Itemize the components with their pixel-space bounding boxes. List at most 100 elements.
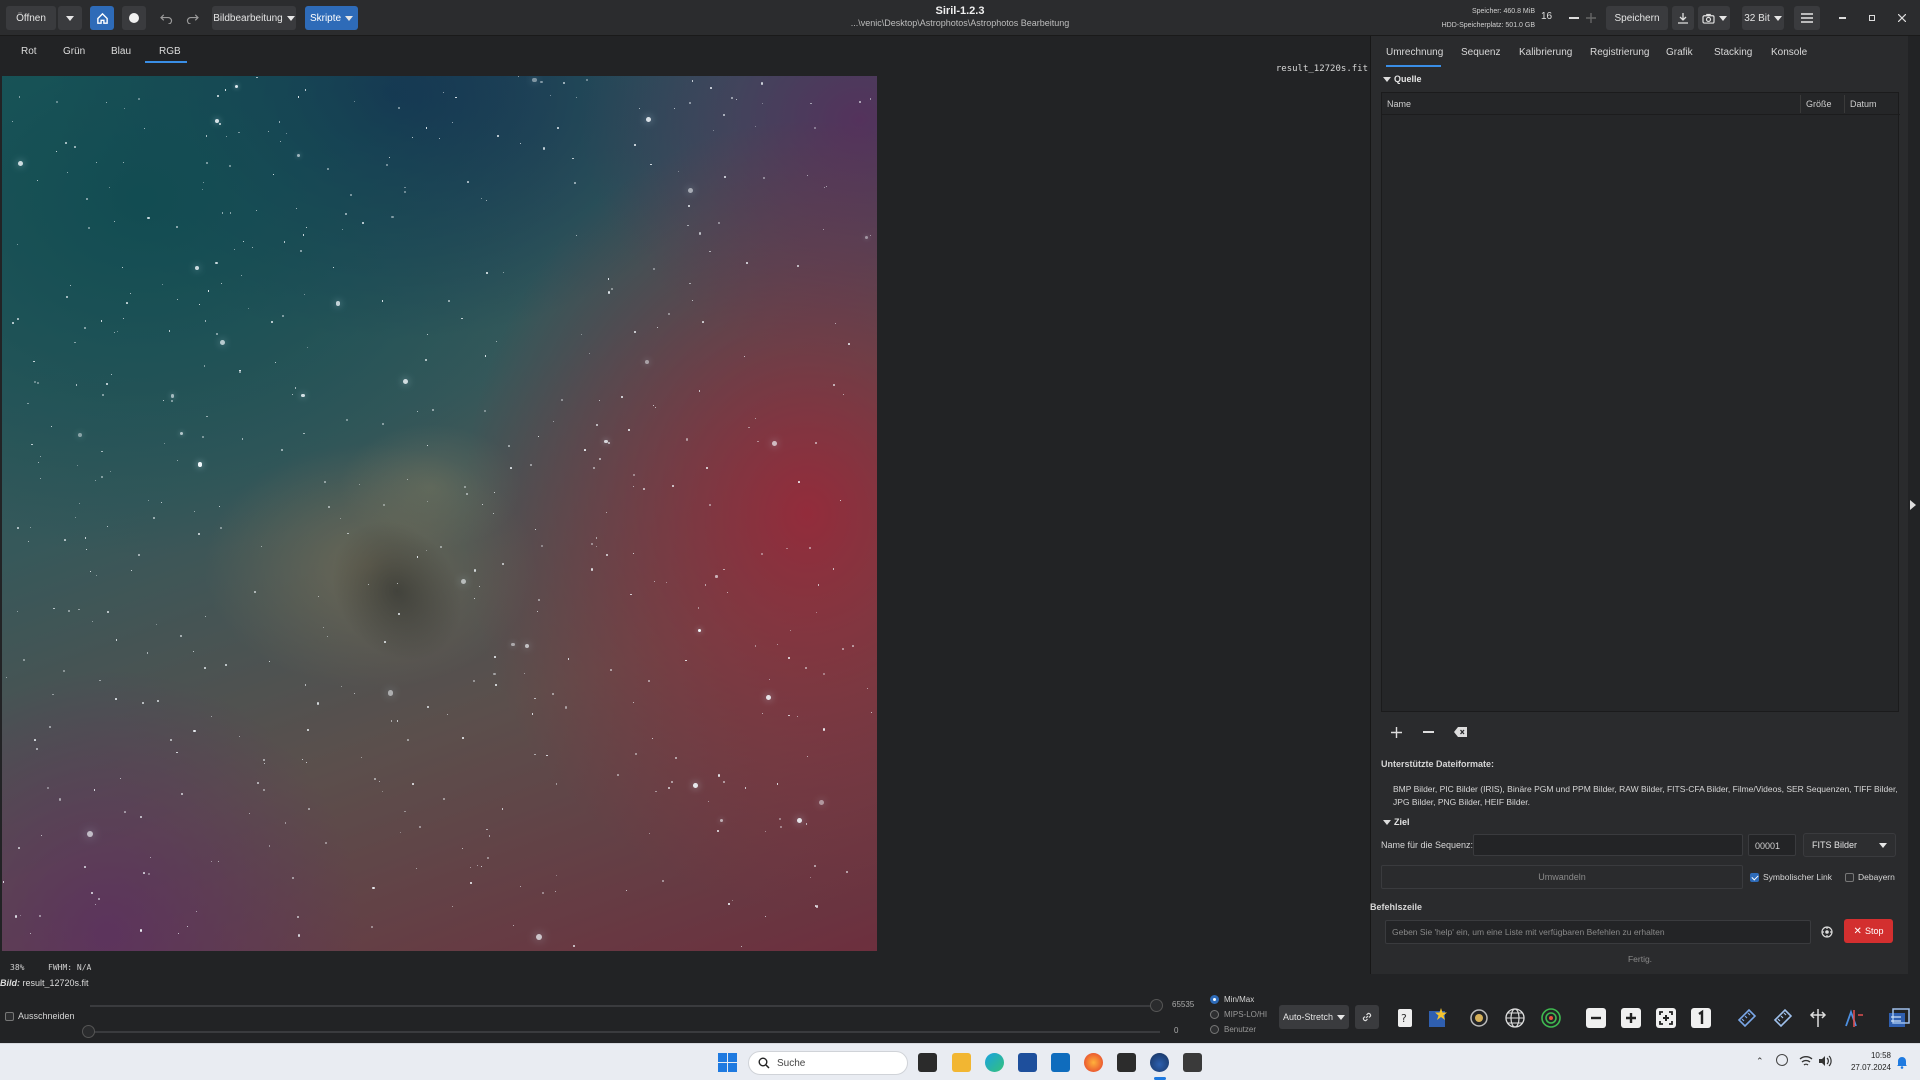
- star: [464, 485, 467, 488]
- tab-stacking[interactable]: Stacking: [1714, 47, 1752, 58]
- outlook-icon[interactable]: [1051, 1053, 1070, 1072]
- low-slider-handle[interactable]: [82, 1025, 95, 1038]
- notification-bell-icon[interactable]: [1896, 1055, 1908, 1069]
- column-size[interactable]: Größe: [1806, 99, 1832, 109]
- taskbar-clock[interactable]: 10:58 27.07.2024: [1837, 1050, 1891, 1074]
- overlay-button[interactable]: [1887, 1006, 1911, 1030]
- zoom-fit-button[interactable]: [1654, 1006, 1678, 1030]
- chevron-up-icon[interactable]: ⌃: [1756, 1056, 1764, 1067]
- high-slider-track[interactable]: [90, 1005, 1160, 1007]
- star: [755, 645, 757, 647]
- recent-files-dropdown[interactable]: [58, 6, 82, 30]
- output-format-dropdown[interactable]: FITS Bilder: [1803, 833, 1896, 857]
- low-slider-track[interactable]: [90, 1031, 1160, 1033]
- image-processing-menu[interactable]: Bildbearbeitung: [212, 6, 296, 30]
- wifi-icon[interactable]: [1799, 1055, 1813, 1067]
- command-input[interactable]: Geben Sie 'help' ein, um eine Liste mit …: [1385, 920, 1811, 944]
- annotate-button[interactable]: [1503, 1006, 1527, 1030]
- file-explorer-icon[interactable]: [952, 1053, 971, 1072]
- mirror-button[interactable]: [1806, 1006, 1830, 1030]
- task-view-icon[interactable]: [918, 1053, 937, 1072]
- link-channels-button[interactable]: [1355, 1005, 1379, 1029]
- volume-icon[interactable]: [1818, 1055, 1832, 1067]
- tab-blue[interactable]: Blau: [111, 46, 131, 57]
- tab-sequence[interactable]: Sequenz: [1461, 47, 1500, 58]
- zoom-one-button[interactable]: [1689, 1006, 1713, 1030]
- tab-red[interactable]: Rot: [21, 46, 37, 57]
- color-saturation-button[interactable]: [1426, 1006, 1450, 1030]
- snapshot-button[interactable]: [1698, 6, 1730, 30]
- tab-plot[interactable]: Grafik: [1666, 47, 1693, 58]
- scripts-menu[interactable]: Skripte: [305, 6, 358, 30]
- sequence-name-input[interactable]: [1473, 834, 1743, 856]
- zoom-out-button[interactable]: [1584, 1006, 1608, 1030]
- store-icon[interactable]: [1018, 1053, 1037, 1072]
- start-button[interactable]: [718, 1053, 737, 1072]
- convert-button[interactable]: Umwandeln: [1381, 865, 1743, 889]
- star: [743, 355, 746, 358]
- target-section-header[interactable]: Ziel: [1383, 817, 1410, 827]
- stretch-dropdown[interactable]: Auto-Stretch: [1279, 1005, 1349, 1029]
- photometry-button[interactable]: [1539, 1006, 1563, 1030]
- source-section-header[interactable]: Quelle: [1383, 74, 1422, 84]
- threads-increase-button[interactable]: [1580, 6, 1602, 30]
- close-button[interactable]: [1890, 6, 1914, 30]
- network-status-icon[interactable]: [1776, 1054, 1788, 1066]
- tab-rgb[interactable]: RGB: [159, 46, 181, 57]
- source-file-list[interactable]: Name Größe Datum: [1381, 92, 1900, 712]
- remove-files-button[interactable]: [1417, 720, 1439, 744]
- rotate-right-button[interactable]: [1771, 1006, 1795, 1030]
- rotate-left-button[interactable]: [1735, 1006, 1759, 1030]
- siril-icon[interactable]: [1150, 1053, 1169, 1072]
- radio-minmax[interactable]: [1210, 995, 1219, 1004]
- edge-icon[interactable]: [985, 1053, 1004, 1072]
- stop-button[interactable]: ✕ Stop: [1844, 919, 1893, 943]
- livestack-button[interactable]: [122, 6, 146, 30]
- tab-conversion[interactable]: Umrechnung: [1386, 47, 1443, 58]
- main-menu-button[interactable]: [1794, 6, 1820, 30]
- zoom-in-button[interactable]: [1619, 1006, 1643, 1030]
- tab-registration[interactable]: Registrierung: [1590, 47, 1649, 58]
- symlink-checkbox[interactable]: [1750, 873, 1759, 882]
- column-date[interactable]: Datum: [1850, 99, 1877, 109]
- negative-view-button[interactable]: ?: [1393, 1006, 1417, 1030]
- crop-checkbox[interactable]: [5, 1012, 14, 1021]
- save-button[interactable]: Speichern: [1606, 6, 1668, 30]
- minimize-button[interactable]: [1830, 6, 1854, 30]
- star: [670, 780, 673, 783]
- column-name[interactable]: Name: [1387, 99, 1411, 109]
- tab-green[interactable]: Grün: [63, 46, 85, 57]
- rgb-align-button[interactable]: [1842, 1006, 1866, 1030]
- star: [495, 684, 498, 687]
- image-viewer[interactable]: [2, 76, 877, 951]
- radio-mips[interactable]: [1210, 1010, 1219, 1019]
- star: [823, 186, 826, 189]
- maximize-button[interactable]: [1860, 6, 1884, 30]
- terminal-icon[interactable]: [1117, 1053, 1136, 1072]
- open-button[interactable]: Öffnen: [6, 6, 56, 30]
- undo-button[interactable]: [154, 6, 178, 30]
- radio-user[interactable]: [1210, 1025, 1219, 1034]
- start-index-input[interactable]: 00001: [1748, 834, 1796, 856]
- debayer-checkbox[interactable]: [1845, 873, 1854, 882]
- zoom-level: 38%: [10, 963, 25, 972]
- expand-panel-arrow[interactable]: [1910, 500, 1916, 510]
- home-button[interactable]: [90, 6, 114, 30]
- app-icon[interactable]: [1183, 1053, 1202, 1072]
- taskbar-search[interactable]: Suche: [748, 1051, 908, 1075]
- star: [192, 651, 194, 653]
- add-files-button[interactable]: [1385, 720, 1407, 744]
- star: [93, 789, 96, 791]
- bitdepth-dropdown[interactable]: 32 Bit: [1742, 6, 1784, 30]
- clear-files-button[interactable]: [1449, 720, 1471, 744]
- command-help-button[interactable]: [1815, 920, 1839, 944]
- redo-button[interactable]: [180, 6, 204, 30]
- star: [425, 127, 428, 129]
- firefox-icon[interactable]: [1084, 1053, 1103, 1072]
- save-as-button[interactable]: [1672, 6, 1694, 30]
- high-slider-handle[interactable]: [1150, 999, 1163, 1012]
- plate-solve-button[interactable]: [1467, 1006, 1491, 1030]
- star: [162, 284, 163, 285]
- tab-console[interactable]: Konsole: [1771, 47, 1807, 58]
- tab-calibration[interactable]: Kalibrierung: [1519, 47, 1572, 58]
